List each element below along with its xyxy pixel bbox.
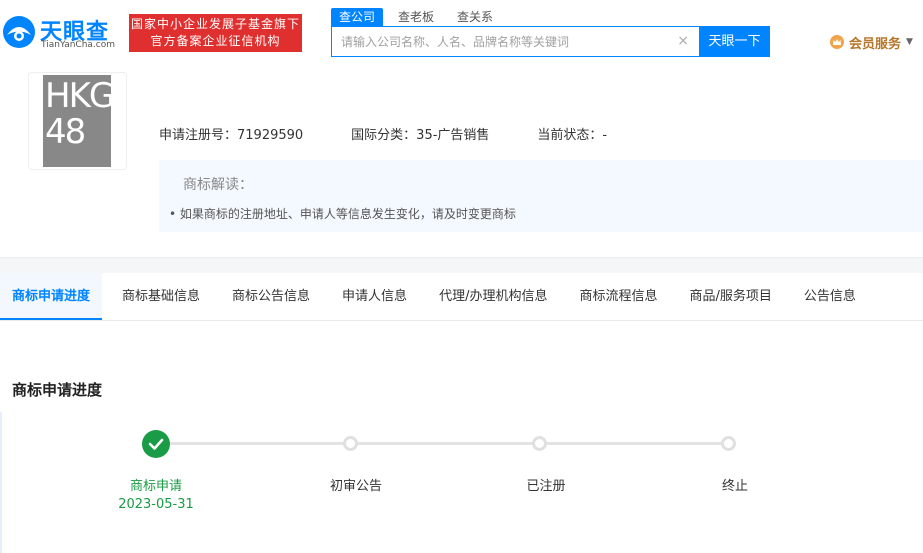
reg-number: 申请注册号：71929590 [159, 128, 304, 143]
tip-item: • 如果商标的注册地址、申请人等信息发生变化，请及时变更商标 [169, 207, 516, 221]
crown-icon [830, 35, 844, 49]
search-tabs: 查公司 查老板 查关系 [331, 8, 508, 26]
step-3-node [532, 436, 547, 451]
gov-badge-line2: 官方备案企业征信机构 [150, 34, 281, 48]
header: 天眼查 TianYanCha.com 国家中小企业发展子基金旗下 官方备案企业征… [0, 0, 923, 68]
search-tab-company[interactable]: 查公司 [331, 8, 384, 26]
logo[interactable]: 天眼查 TianYanCha.com [2, 12, 120, 52]
trademark-image-text-2: 48 [45, 112, 86, 152]
chevron-down-icon: ▼ [906, 37, 913, 47]
search-input[interactable] [332, 27, 672, 56]
step-3-label: 已注册 [526, 479, 566, 494]
trademark-image-text-1: HKG [45, 76, 115, 116]
trademark-tip-box: 商标解读： • 如果商标的注册地址、申请人等信息发生变化，请及时变更商标 [159, 160, 923, 232]
trademark-image: HKG 48 [43, 75, 115, 167]
step-1-node [142, 430, 170, 458]
logo-icon [3, 16, 35, 48]
gov-badge: 国家中小企业发展子基金旗下 官方备案企业征信机构 [129, 14, 302, 52]
member-service[interactable]: 会员服务 ▼ [829, 32, 913, 52]
check-icon [148, 438, 164, 450]
search-tab-boss[interactable]: 查老板 [390, 8, 442, 26]
section-title: 商标申请进度 [12, 381, 103, 399]
gov-badge-line1: 国家中小企业发展子基金旗下 [130, 17, 300, 31]
tab-goods-services[interactable]: 商品/服务项目 [677, 273, 783, 320]
step-2-node [343, 436, 358, 451]
trademark-image-card: HKG 48 [28, 72, 127, 170]
tab-process-info[interactable]: 商标流程信息 [567, 273, 669, 320]
tab-agent-info[interactable]: 代理/办理机构信息 [427, 273, 559, 320]
member-service-label: 会员服务 [849, 36, 902, 52]
search-button[interactable]: 天眼一下 [699, 26, 770, 57]
progress-track [160, 442, 730, 445]
trademark-info-row: 申请注册号：71929590 国际分类：35-广告销售 当前状态：- [159, 124, 655, 143]
step-1-label: 商标申请 [129, 479, 182, 494]
intl-class: 国际分类：35-广告销售 [351, 128, 490, 143]
current-status: 当前状态：- [537, 128, 608, 143]
step-4-label: 终止 [721, 479, 748, 494]
detail-tabs: 商标申请进度 商标基础信息 商标公告信息 申请人信息 代理/办理机构信息 商标流… [0, 273, 923, 321]
section-divider [0, 257, 923, 273]
tab-basic-info[interactable]: 商标基础信息 [110, 273, 212, 320]
tab-notice-info[interactable]: 公告信息 [792, 273, 868, 320]
step-4-node [721, 436, 736, 451]
step-2-label: 初审公告 [329, 479, 382, 494]
tab-announcement-info[interactable]: 商标公告信息 [220, 273, 322, 320]
search-box: × [331, 26, 699, 57]
step-1-date: 2023-05-31 [118, 497, 194, 512]
search-tab-relation[interactable]: 查关系 [449, 8, 501, 26]
tab-apply-progress[interactable]: 商标申请进度 [0, 273, 103, 320]
tip-title: 商标解读： [183, 177, 253, 193]
page: 天眼查 TianYanCha.com 国家中小企业发展子基金旗下 官方备案企业征… [0, 0, 923, 553]
tab-applicant-info[interactable]: 申请人信息 [330, 273, 419, 320]
logo-domain: TianYanCha.com [41, 40, 116, 50]
clear-icon[interactable]: × [677, 33, 689, 49]
progress-steps: 商标申请 2023-05-31 初审公告 已注册 终止 [0, 420, 923, 553]
